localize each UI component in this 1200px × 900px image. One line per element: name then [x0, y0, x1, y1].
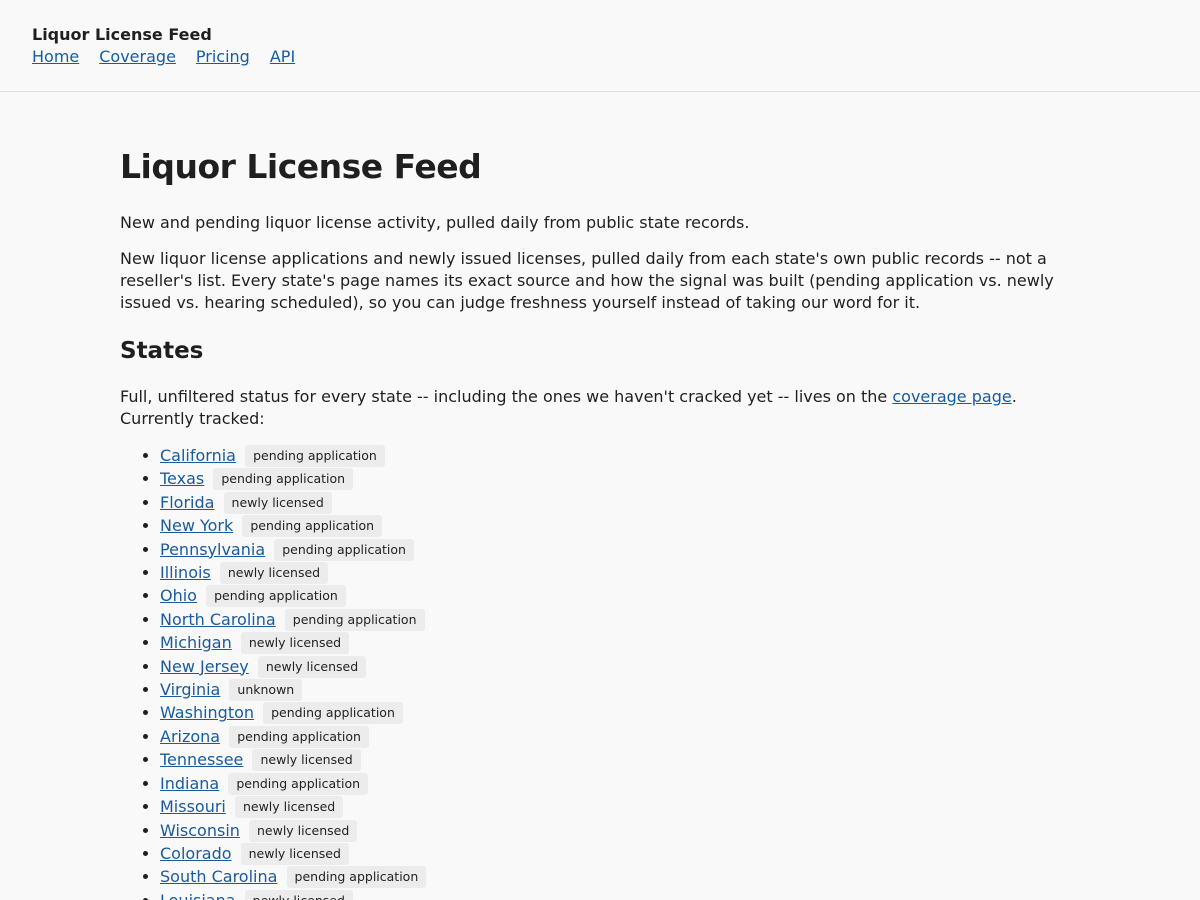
- status-badge: pending application: [206, 585, 346, 608]
- coverage-page-link[interactable]: coverage page: [892, 387, 1011, 406]
- status-badge: pending application: [286, 866, 427, 889]
- list-item: Ohio pending application: [160, 584, 1080, 608]
- status-badge: unknown: [229, 679, 303, 702]
- state-link[interactable]: Texas: [160, 469, 204, 488]
- state-link[interactable]: Arizona: [160, 727, 220, 746]
- list-item: Indiana pending application: [160, 772, 1080, 795]
- list-item: New York pending application: [160, 514, 1080, 538]
- state-link[interactable]: Michigan: [160, 633, 232, 652]
- site-brand: Liquor License Feed: [32, 25, 212, 44]
- states-intro-before: Full, unfiltered status for every state …: [120, 387, 893, 406]
- list-item: Texas pending application: [160, 467, 1080, 491]
- list-item: Tennessee newly licensed: [160, 748, 1080, 772]
- state-link[interactable]: Florida: [160, 493, 214, 512]
- list-item: North Carolina pending application: [160, 608, 1080, 631]
- state-link[interactable]: Virginia: [160, 680, 220, 699]
- state-link[interactable]: Pennsylvania: [160, 540, 265, 559]
- site-header: Liquor License Feed Home Coverage Pricin…: [0, 0, 1200, 92]
- list-item: Pennsylvania pending application: [160, 538, 1080, 561]
- status-badge: pending application: [228, 772, 369, 795]
- state-list: California pending applicationTexas pend…: [120, 444, 1080, 900]
- nav-link-api[interactable]: API: [270, 46, 295, 68]
- list-item: Washington pending application: [160, 701, 1080, 725]
- description-text: New liquor license applications and newl…: [120, 249, 1054, 312]
- list-item: Missouri newly licensed: [160, 795, 1080, 819]
- status-badge: pending application: [213, 468, 354, 491]
- states-heading: States: [120, 338, 204, 364]
- status-badge: pending application: [263, 702, 403, 725]
- status-badge: newly licensed: [240, 632, 350, 655]
- status-badge: pending application: [242, 515, 383, 538]
- status-badge: newly licensed: [244, 889, 353, 900]
- state-link[interactable]: New Jersey: [160, 657, 249, 676]
- status-badge: pending application: [274, 538, 414, 561]
- list-item: Colorado newly licensed: [160, 842, 1080, 865]
- list-item: Arizona pending application: [160, 725, 1080, 748]
- main-nav: Home Coverage Pricing API: [32, 46, 1168, 68]
- state-link[interactable]: Ohio: [160, 586, 197, 605]
- state-link[interactable]: New York: [160, 516, 233, 535]
- state-link[interactable]: Wisconsin: [160, 821, 240, 840]
- status-badge: newly licensed: [223, 491, 332, 514]
- states-intro: Full, unfiltered status for every state …: [120, 386, 1080, 430]
- nav-link-pricing[interactable]: Pricing: [196, 46, 250, 68]
- list-item: Wisconsin newly licensed: [160, 819, 1080, 842]
- status-badge: pending application: [229, 725, 369, 748]
- state-link[interactable]: Louisiana: [160, 891, 236, 900]
- state-link[interactable]: Indiana: [160, 774, 219, 793]
- state-link[interactable]: California: [160, 446, 236, 465]
- status-badge: newly licensed: [219, 562, 329, 585]
- status-badge: newly licensed: [249, 819, 358, 842]
- main-content: Liquor License Feed New and pending liqu…: [120, 92, 1080, 900]
- page-title: Liquor License Feed: [120, 147, 482, 186]
- list-item: California pending application: [160, 444, 1080, 467]
- list-item: New Jersey newly licensed: [160, 655, 1080, 678]
- list-item: Illinois newly licensed: [160, 561, 1080, 585]
- status-badge: pending application: [284, 608, 425, 631]
- list-item: Michigan newly licensed: [160, 631, 1080, 655]
- list-item: Virginia unknown: [160, 678, 1080, 702]
- status-badge: newly licensed: [234, 796, 344, 819]
- status-badge: pending application: [245, 445, 385, 467]
- state-link[interactable]: Colorado: [160, 844, 232, 863]
- state-link[interactable]: Tennessee: [160, 750, 243, 769]
- state-link[interactable]: Illinois: [160, 563, 211, 582]
- status-badge: newly licensed: [240, 842, 349, 865]
- status-badge: newly licensed: [257, 655, 367, 678]
- status-badge: newly licensed: [252, 749, 361, 772]
- list-item: Florida newly licensed: [160, 491, 1080, 514]
- nav-link-coverage[interactable]: Coverage: [99, 46, 176, 68]
- state-link[interactable]: North Carolina: [160, 610, 276, 629]
- state-link[interactable]: South Carolina: [160, 867, 277, 886]
- list-item: South Carolina pending application: [160, 865, 1080, 889]
- nav-link-home[interactable]: Home: [32, 46, 79, 68]
- state-link[interactable]: Missouri: [160, 797, 226, 816]
- list-item: Louisiana newly licensed: [160, 889, 1080, 900]
- state-link[interactable]: Washington: [160, 703, 254, 722]
- lead-text: New and pending liquor license activity,…: [120, 213, 750, 232]
